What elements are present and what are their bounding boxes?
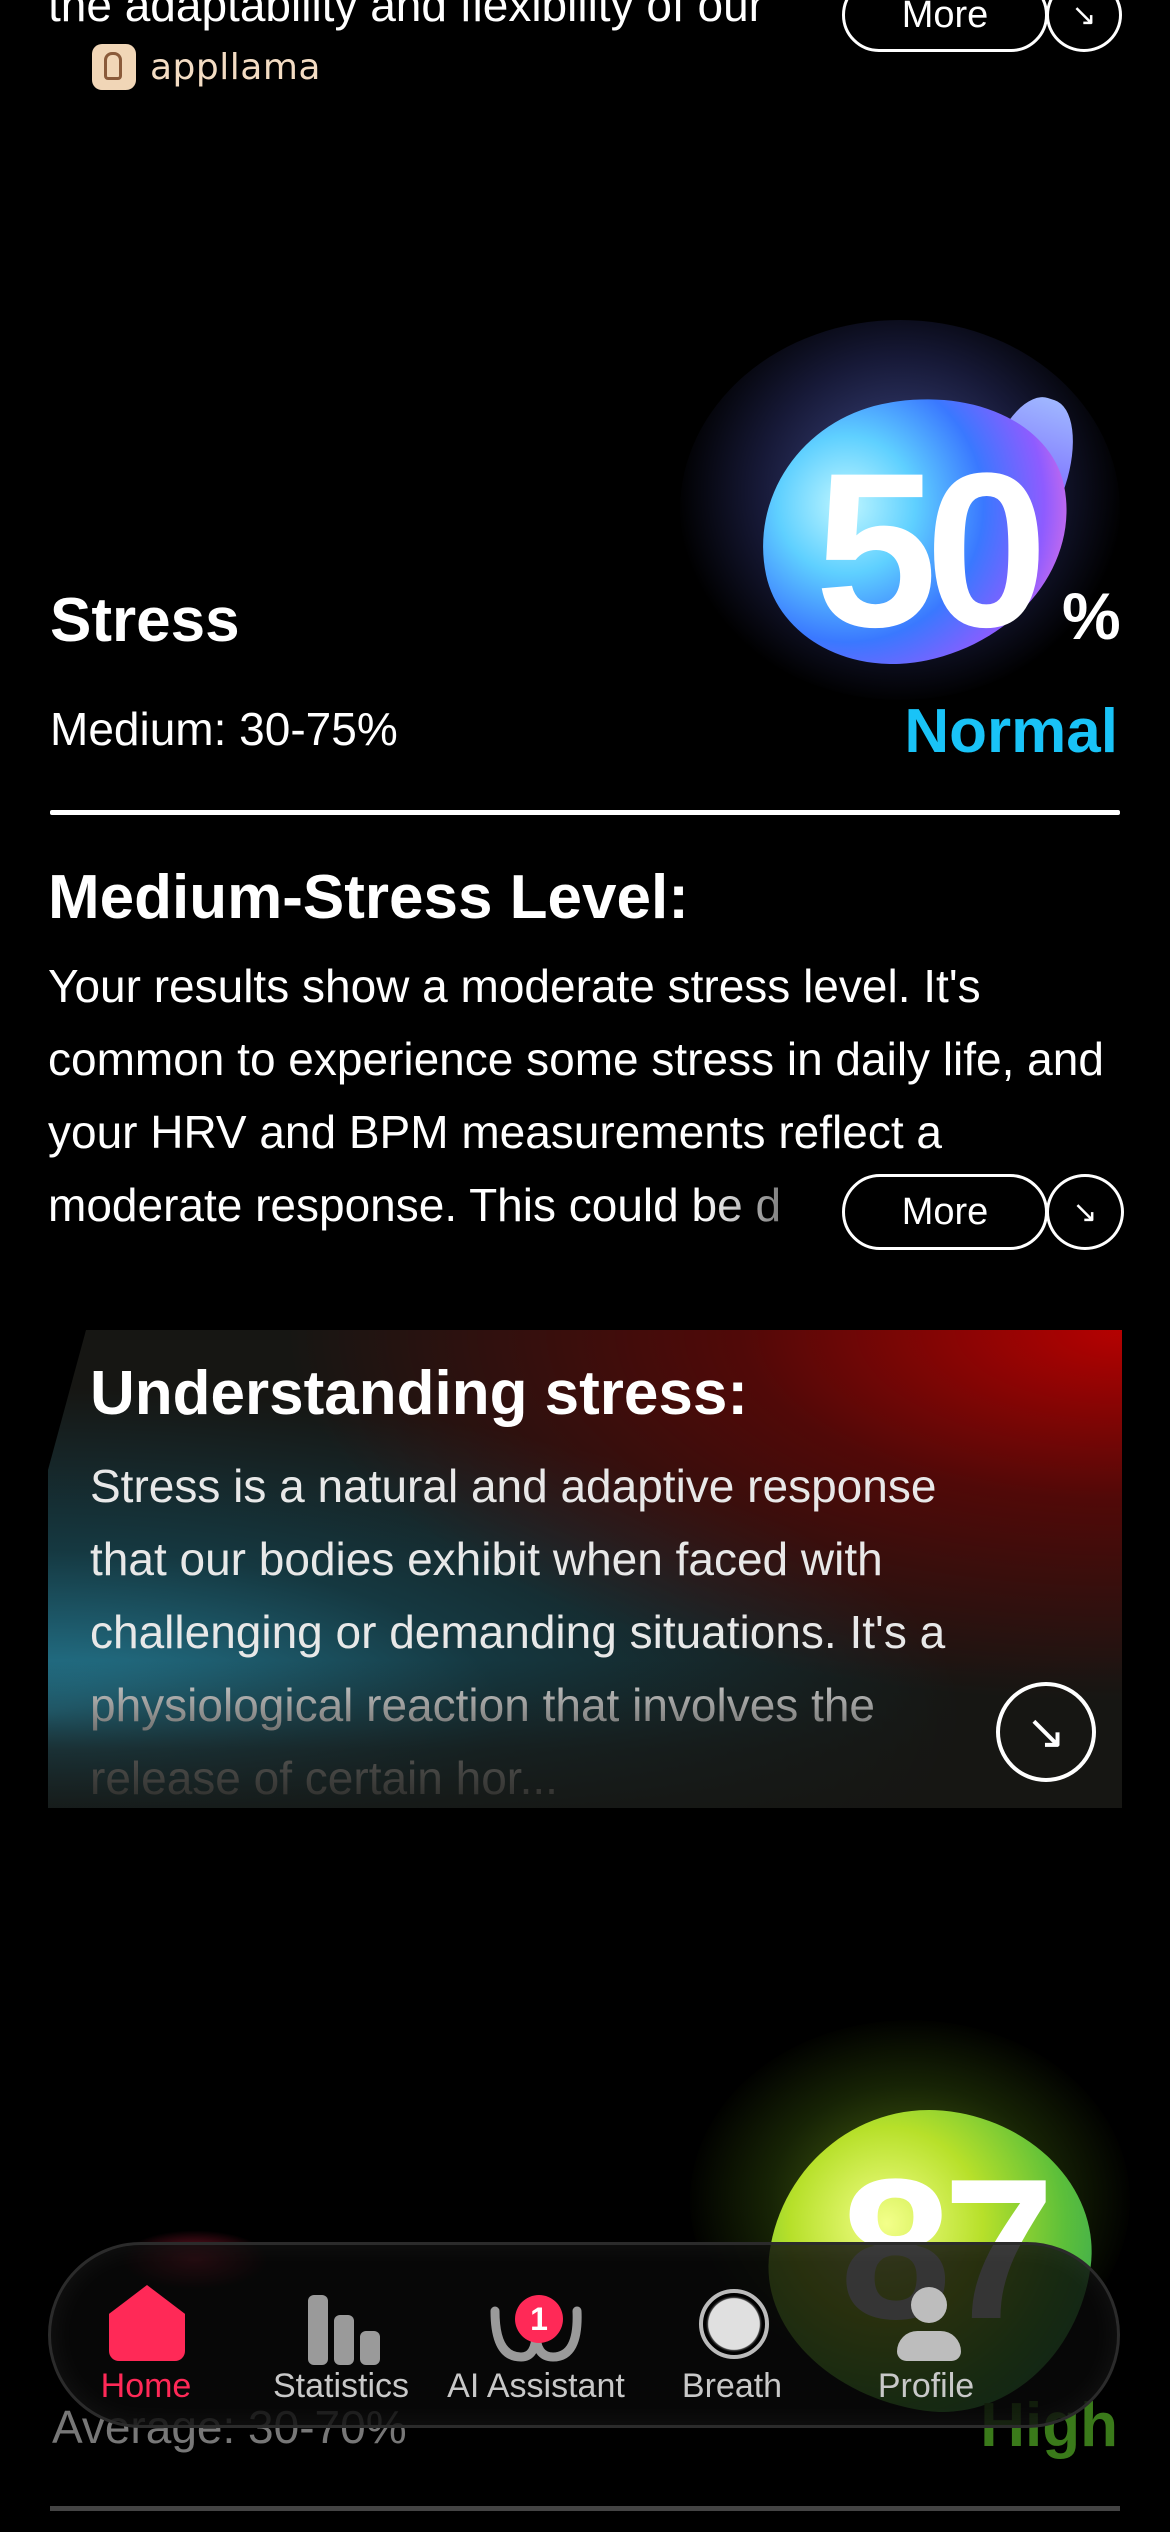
- tab-label: Profile: [877, 2367, 975, 2405]
- watermark-logo: appllama: [92, 44, 321, 90]
- text-fade: [700, 1165, 860, 1245]
- divider: [50, 810, 1120, 815]
- status-label: Normal: [904, 697, 1118, 766]
- card-fade: [48, 1660, 1122, 1808]
- tab-home[interactable]: Home: [51, 2275, 241, 2415]
- tab-label: Home: [100, 2367, 192, 2405]
- logo-text: appllama: [150, 46, 321, 88]
- arrow-down-right-icon: ↘: [1025, 1706, 1067, 1759]
- previous-arrow-button[interactable]: ↘: [1046, 0, 1122, 52]
- arrow-down-right-icon: ↘: [1072, 1195, 1098, 1229]
- breath-icon: [699, 2289, 769, 2359]
- tab-statistics[interactable]: Statistics: [246, 2275, 436, 2415]
- stress-unit: %: [1062, 579, 1121, 653]
- tab-label: Breath: [681, 2367, 783, 2405]
- ai-assistant-icon: 1: [481, 2293, 591, 2373]
- understanding-stress-card[interactable]: Understanding stress: Stress is a natura…: [48, 1330, 1122, 1808]
- tab-breath[interactable]: Breath: [637, 2275, 827, 2415]
- notification-badge: 1: [515, 2295, 563, 2343]
- home-icon: [109, 2285, 185, 2361]
- arrow-down-right-icon: ↘: [1071, 0, 1097, 32]
- tab-label: Statistics: [272, 2367, 410, 2405]
- llama-logo-icon: [92, 44, 136, 90]
- tab-label: AI Assistant: [447, 2367, 625, 2405]
- previous-section-text: the adaptability and flexibility of our: [48, 0, 764, 31]
- metric-title: Stress: [50, 586, 240, 655]
- tab-ai-assistant[interactable]: 1 AI Assistant: [441, 2275, 631, 2415]
- card-arrow-button[interactable]: ↘: [996, 1682, 1096, 1782]
- stress-value: 50: [815, 427, 1048, 673]
- section-heading: Medium-Stress Level:: [48, 863, 689, 932]
- divider: [50, 2506, 1120, 2511]
- previous-more-button[interactable]: More: [842, 0, 1048, 52]
- profile-icon: [889, 2287, 969, 2367]
- expand-arrow-button[interactable]: ↘: [1046, 1174, 1124, 1250]
- metric-range: Medium: 30-75%: [50, 703, 398, 755]
- bottom-tab-bar: Home Statistics 1 AI Assistant Breath Pr…: [48, 2242, 1120, 2428]
- more-button[interactable]: More: [842, 1174, 1048, 1250]
- tab-profile[interactable]: Profile: [831, 2275, 1021, 2415]
- bar-chart-icon: [304, 2295, 384, 2365]
- card-title: Understanding stress:: [90, 1359, 749, 1428]
